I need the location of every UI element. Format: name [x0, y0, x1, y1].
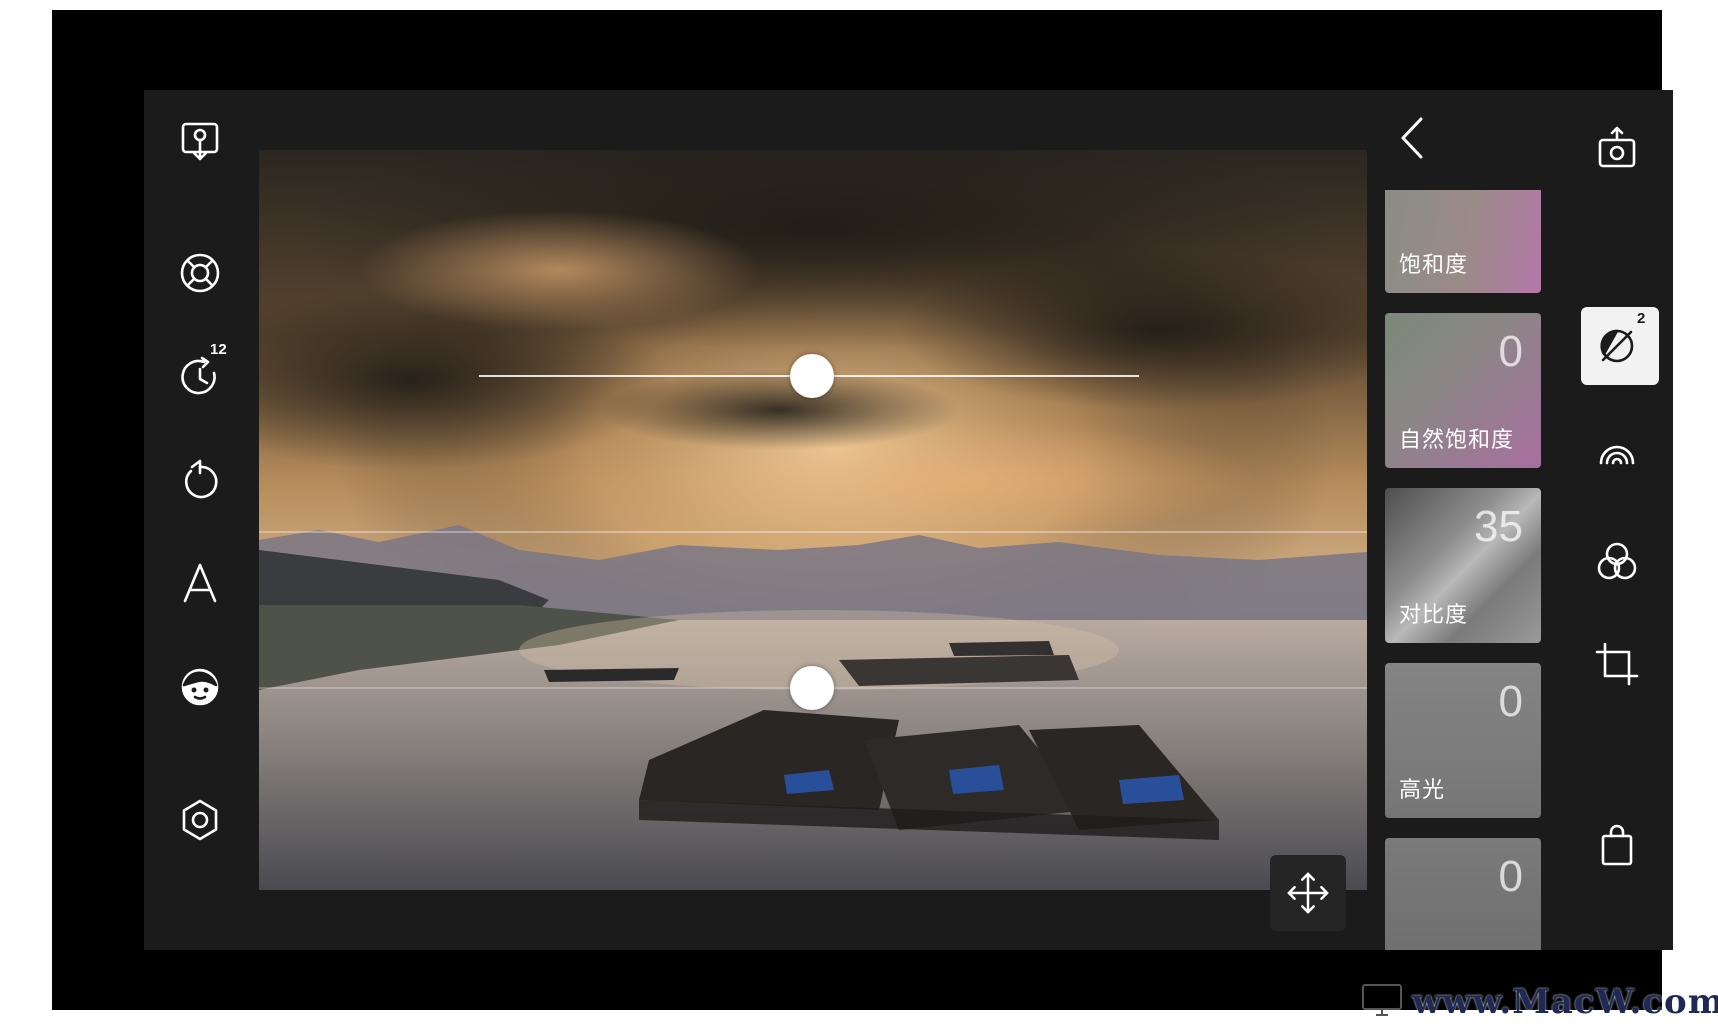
adjust-value: 0 [1498, 852, 1523, 901]
export-button[interactable] [1561, 112, 1673, 184]
undo-button[interactable] [144, 445, 256, 517]
text-icon [183, 563, 217, 603]
device-frame: 12 饱和度 0 自然饱和度 35 对比度 0 高光 0 2 [52, 10, 1673, 1010]
site-watermark: www.MacW.com [1360, 978, 1718, 1026]
monitor-icon [1360, 982, 1404, 1023]
adjustment-list[interactable]: 饱和度 0 自然饱和度 35 对比度 0 高光 0 阴影 [1385, 190, 1541, 950]
adjust-highlights[interactable]: 0 高光 [1385, 663, 1541, 818]
photo-canvas[interactable] [259, 150, 1367, 890]
settings-button[interactable] [144, 784, 256, 856]
adjust-label: 高光 [1399, 777, 1446, 802]
adjust-count-badge: 2 [1637, 310, 1646, 327]
history-button[interactable]: 12 [144, 341, 256, 413]
gradient-top-handle[interactable] [790, 354, 834, 398]
face-icon [181, 668, 219, 706]
watermark-text: www.MacW.com [1412, 982, 1718, 1022]
adjust-value: 0 [1498, 677, 1523, 726]
landscape-photo [259, 150, 1367, 890]
history-icon [181, 356, 216, 395]
adjust-saturation[interactable]: 饱和度 [1385, 190, 1541, 293]
move-button[interactable] [1270, 855, 1346, 931]
import-photo-button[interactable] [144, 105, 256, 177]
crop-button[interactable] [1561, 628, 1673, 700]
left-toolbar: 12 [144, 90, 256, 950]
adjust-value: 35 [1474, 502, 1523, 551]
adjust-contrast[interactable]: 35 对比度 [1385, 488, 1541, 643]
photo-import-icon [181, 122, 219, 161]
presets-button[interactable] [144, 237, 256, 309]
chevron-left-icon [1401, 117, 1423, 159]
history-count-badge: 12 [210, 341, 227, 358]
adjust-value: 0 [1498, 327, 1523, 376]
crop-icon [1595, 642, 1639, 686]
undo-icon [184, 459, 218, 499]
spiral-icon [1599, 445, 1635, 465]
adjust-label: 自然饱和度 [1399, 427, 1515, 452]
camera-share-icon [1598, 126, 1636, 168]
photo-editor-app: 12 饱和度 0 自然饱和度 35 对比度 0 高光 0 2 [144, 90, 1673, 950]
back-button[interactable] [1385, 110, 1441, 166]
face-retouch-button[interactable] [144, 651, 256, 723]
adjust-label: 对比度 [1399, 602, 1469, 627]
adjust-label: 饱和度 [1399, 252, 1469, 277]
adjust-tool-button[interactable]: 2 [1561, 307, 1673, 385]
circles-blend-icon [1597, 542, 1637, 580]
store-button[interactable] [1561, 810, 1673, 882]
lifebuoy-icon [180, 253, 220, 293]
right-toolbar: 2 [1561, 90, 1673, 950]
text-tool-button[interactable] [144, 547, 256, 619]
hexagon-settings-icon [182, 799, 218, 841]
blend-button[interactable] [1561, 526, 1673, 598]
adjust-shadows[interactable]: 0 阴影 [1385, 838, 1541, 950]
adjust-vibrance[interactable]: 0 自然饱和度 [1385, 313, 1541, 468]
move-arrows-icon [1287, 872, 1329, 914]
gradient-bottom-handle[interactable] [790, 666, 834, 710]
adjust-icon [1600, 329, 1634, 363]
shopping-bag-icon [1601, 824, 1633, 866]
curves-button[interactable] [1561, 423, 1673, 495]
